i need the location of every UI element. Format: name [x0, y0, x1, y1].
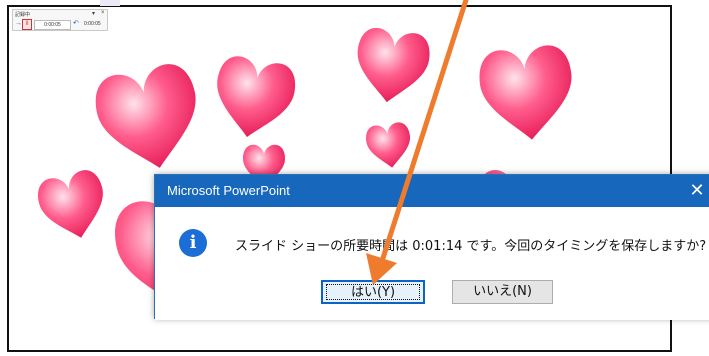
heart-shape: [38, 170, 103, 238]
heart-shape: [217, 56, 296, 137]
heart-shape: [95, 64, 196, 168]
heart-shape: [366, 122, 410, 168]
dialog-message: スライド ショーの所要時間は 0:01:14 です。今回のタイミングを保存します…: [235, 239, 707, 254]
pause-icon[interactable]: II: [22, 19, 32, 30]
dialog-titlebar[interactable]: Microsoft PowerPoint ✕: [155, 175, 709, 207]
total-time: 0:00:05: [84, 21, 101, 27]
next-arrow-icon[interactable]: →: [15, 20, 22, 27]
toolbar-close-icon[interactable]: ×: [101, 10, 105, 16]
repeat-icon[interactable]: ↶: [73, 19, 79, 27]
ribbon-tab-stub: [100, 0, 120, 6]
dialog-body: i スライド ショーの所要時間は 0:01:14 です。今回のタイミングを保存し…: [155, 207, 709, 320]
no-button-label: いいえ(N): [473, 284, 532, 299]
heart-shape: [357, 27, 430, 103]
heart-shape: [479, 45, 572, 140]
focus-rectangle: [326, 284, 420, 300]
dialog-title: Microsoft PowerPoint: [167, 183, 290, 198]
save-timings-dialog: Microsoft PowerPoint ✕ i スライド ショーの所要時間は …: [154, 174, 709, 320]
recording-toolbar: 記録中 ▾ × → II 0:00:05 ↶ 0:00:05: [12, 9, 108, 31]
no-button[interactable]: いいえ(N): [452, 280, 553, 304]
toolbar-dropdown-icon[interactable]: ▾: [92, 10, 95, 17]
yes-button[interactable]: はい(Y): [321, 280, 425, 304]
info-icon: i: [179, 229, 207, 257]
recording-title: 記録中: [15, 12, 31, 18]
close-icon[interactable]: ✕: [681, 175, 709, 207]
slide-time-field[interactable]: 0:00:05: [34, 20, 71, 30]
